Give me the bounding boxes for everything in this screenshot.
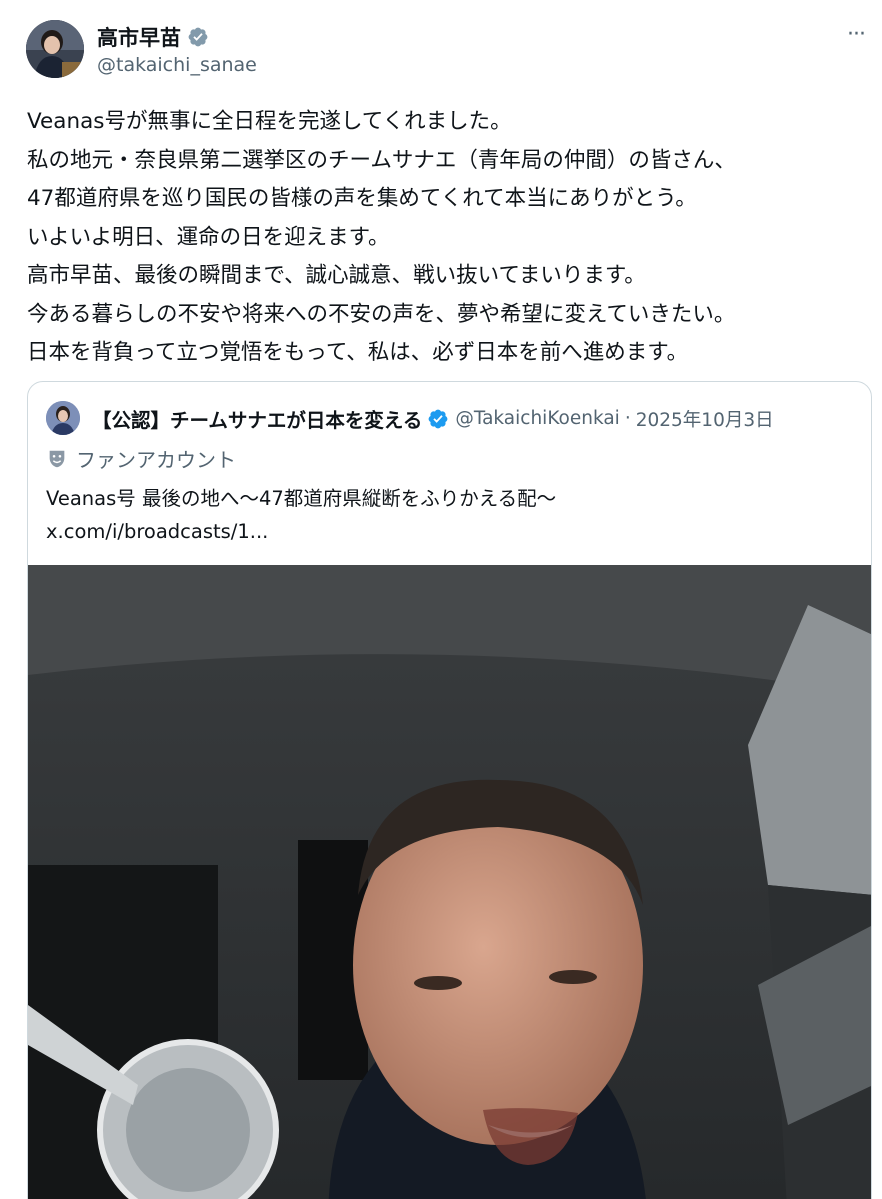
quoted-header: 【公認】チームサナエが日本を変える @TakaichiKoenkai · 202…: [92, 404, 774, 433]
body-line: 高市早苗、最後の瞬間まで、誠心誠意、戦い抜いてまいります。: [27, 263, 646, 288]
tweet: 高市早苗 @takaichi_sanae ··· Veanas号が無事に全日程を…: [0, 0, 882, 1199]
separator-dot: ·: [624, 408, 631, 429]
author-avatar[interactable]: [26, 20, 84, 78]
broadcast-link[interactable]: x.com/i/broadcasts/1...: [46, 515, 556, 548]
body-line: 今ある暮らしの不安や将来への不安の声を、夢や希望に変えていきたい。: [27, 301, 736, 327]
theater-mask-icon: [49, 450, 65, 467]
more-options-icon[interactable]: ···: [842, 22, 870, 47]
quoted-date[interactable]: 2025年10月3日: [636, 406, 774, 432]
video-thumbnail[interactable]: [28, 565, 871, 1199]
author-name-row: 高市早苗: [97, 22, 209, 52]
quoted-text-line: Veanas号 最後の地へ〜47都道府県縦断をふりかえる配〜: [46, 487, 557, 510]
quoted-tweet[interactable]: 【公認】チームサナエが日本を変える @TakaichiKoenkai · 202…: [27, 381, 872, 1199]
quoted-display-name[interactable]: 【公認】チームサナエが日本を変える: [92, 404, 422, 433]
video-frame-image: [28, 565, 871, 1199]
body-line: 私の地元・奈良県第二選挙区のチームサナエ（青年局の仲間）の皆さん、: [27, 147, 736, 173]
verified-badge-icon: [188, 27, 208, 47]
verified-badge-icon: [428, 409, 448, 428]
body-line: 日本を背負って立つ覚悟をもって、私は、必ず日本を前へ進めます。: [27, 340, 689, 365]
quoted-handle[interactable]: @TakaichiKoenkai: [455, 408, 619, 429]
quoted-author-avatar[interactable]: [46, 401, 80, 435]
author-display-name[interactable]: 高市早苗: [97, 22, 181, 52]
fan-account-label: ファンアカウント: [76, 448, 236, 472]
body-line: いよいよ明日、運命の日を迎えます。: [27, 224, 390, 250]
fan-account-label-row: ファンアカウント: [46, 444, 236, 473]
quoted-text: Veanas号 最後の地へ〜47都道府県縦断をふりかえる配〜 x.com/i/b…: [46, 482, 556, 548]
body-line: Veanas号が無事に全日程を完遂してくれました。: [27, 109, 512, 134]
author-handle[interactable]: @takaichi_sanae: [97, 54, 257, 76]
tweet-body: Veanas号が無事に全日程を完遂してくれました。 私の地元・奈良県第二選挙区の…: [27, 103, 867, 373]
body-line: 47都道府県を巡り国民の皆様の声を集めてくれて本当にありがとう。: [27, 186, 697, 211]
